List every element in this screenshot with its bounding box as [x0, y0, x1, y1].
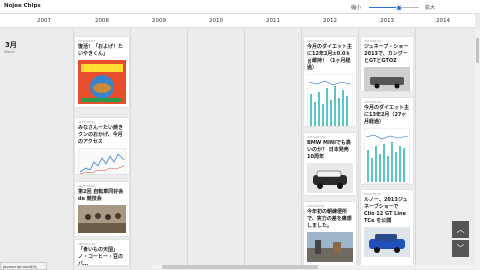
horizontal-scrollbar-thumb[interactable]: [162, 265, 318, 269]
post-card[interactable]: 2007/03/03 復活！「およげ！たいやきくん」: [75, 37, 129, 107]
zoom-in-label[interactable]: 拡大: [425, 4, 435, 11]
month-label: 3月: [5, 41, 17, 49]
street-photo-image[interactable]: [307, 232, 353, 262]
app-title[interactable]: Nojee Chips: [4, 3, 41, 9]
post-date: 2013/03/01: [364, 39, 382, 43]
year-axis: 2007 2008 2009 2010 2011 2012 2013 2014: [0, 14, 475, 28]
year-label[interactable]: 2007: [37, 18, 51, 24]
post-title[interactable]: ジュネーブ・ショー2013で、カングーとGTとGTOZ: [361, 44, 413, 65]
zoom-slider[interactable]: [369, 4, 419, 11]
post-card[interactable]: 2012/03/18 今年初の朝練便所で、実力の差を痛感しました。: [304, 202, 356, 265]
post-title[interactable]: 今年初の朝練便所で、実力の差を痛感しました。: [304, 209, 356, 230]
post-date: 2012/03/18: [307, 204, 325, 208]
column-divider: [358, 28, 359, 270]
column-divider: [415, 28, 416, 270]
post-title[interactable]: みなさんーたい焼きクンのおかげ、今月のアクセス: [75, 125, 129, 146]
post-date: 2013/03/05: [364, 100, 382, 104]
year-label[interactable]: 2014: [436, 18, 450, 24]
post-date: 2007/03/29: [78, 242, 96, 246]
column-divider: [130, 28, 131, 270]
zoom-slider-fill: [369, 7, 399, 8]
post-title[interactable]: 今月のダイエット主に12年2月±0.0ｋｇ維持！（1ヶ月経過）: [304, 44, 356, 72]
month-sublabel: March: [4, 50, 15, 54]
mini-car-image[interactable]: [307, 163, 353, 193]
car-photo-image[interactable]: [364, 67, 410, 91]
access-chart-image[interactable]: [77, 147, 127, 174]
post-title[interactable]: 「食いもの天国」ノ・コーヒー・豆のバ…: [75, 247, 129, 265]
post-card[interactable]: 2013/03/05 今月のダイエット主に13年2月（27ヶ月経過）: [361, 98, 413, 184]
post-title[interactable]: 復活！「およげ！たいやきくん」: [75, 44, 129, 58]
app-header: Nojee Chips 縮小 拡大: [0, 0, 480, 14]
post-title[interactable]: 今月のダイエット主に13年2月（27ヶ月経過）: [361, 105, 413, 126]
column-divider: [73, 28, 74, 270]
year-label[interactable]: 2011: [266, 18, 280, 24]
blue-car-image[interactable]: [364, 227, 410, 257]
post-card[interactable]: 2007/03/29 「食いもの天国」ノ・コーヒー・豆のバ…: [75, 240, 129, 265]
vertical-scrollbar-thumb[interactable]: [476, 38, 479, 63]
post-date: 2007/03/03: [78, 39, 96, 43]
post-card[interactable]: 2007/03/24 みなさんーたい焼きクンのおかげ、今月のアクセス: [75, 118, 129, 174]
record-cover-image[interactable]: [78, 60, 126, 104]
post-date: 2007/03/28: [78, 184, 96, 188]
post-date: 2007/03/24: [78, 120, 96, 124]
post-title[interactable]: ルノー、2013ジュネーブショーで Clio 12 GT Line TCe を公…: [361, 197, 413, 225]
column-divider: [244, 28, 245, 270]
weight-chart-image[interactable]: [363, 127, 411, 184]
column-divider: [301, 28, 302, 270]
post-card[interactable]: 2012/03/02 今月のダイエット主に12年2月±0.0ｋｇ維持！（1ヶ月経…: [304, 37, 356, 126]
post-date: 2013/03/20: [364, 192, 382, 196]
vertical-scrollbar[interactable]: [475, 28, 480, 270]
post-card[interactable]: 2013/03/20 ルノー、2013ジュネーブショーで Clio 12 GT …: [361, 190, 413, 265]
post-title[interactable]: 第2回 自転車同好会 de 競技会: [75, 189, 129, 203]
column-divider: [187, 28, 188, 270]
scroll-down-button[interactable]: ﹀: [452, 240, 469, 257]
status-bar: javascript:void(0);: [0, 262, 47, 270]
post-card[interactable]: 2013/03/01 ジュネーブ・ショー2013で、カングーとGTとGTOZ: [361, 37, 413, 91]
year-label[interactable]: 2010: [209, 18, 223, 24]
year-label[interactable]: 2013: [380, 18, 394, 24]
weight-chart-image[interactable]: [306, 73, 354, 126]
zoom-out-label[interactable]: 縮小: [351, 4, 361, 11]
horizontal-scrollbar[interactable]: [152, 265, 475, 269]
year-label[interactable]: 2012: [323, 18, 337, 24]
zoom-slider-thumb[interactable]: [396, 4, 402, 11]
year-label[interactable]: 2008: [95, 18, 109, 24]
post-date: 2012/03/10: [307, 135, 325, 139]
group-photo-image[interactable]: [78, 205, 126, 233]
post-date: 2012/03/02: [307, 39, 325, 43]
post-card[interactable]: 2012/03/10 BMW MINIでも高いのか？ 日本発売10周年: [304, 133, 356, 195]
scroll-up-button[interactable]: ︿: [452, 221, 469, 238]
post-title[interactable]: BMW MINIでも高いのか？ 日本発売10周年: [304, 140, 356, 161]
post-card[interactable]: 2007/03/28 第2回 自転車同好会 de 競技会: [75, 182, 129, 236]
year-label[interactable]: 2009: [152, 18, 166, 24]
